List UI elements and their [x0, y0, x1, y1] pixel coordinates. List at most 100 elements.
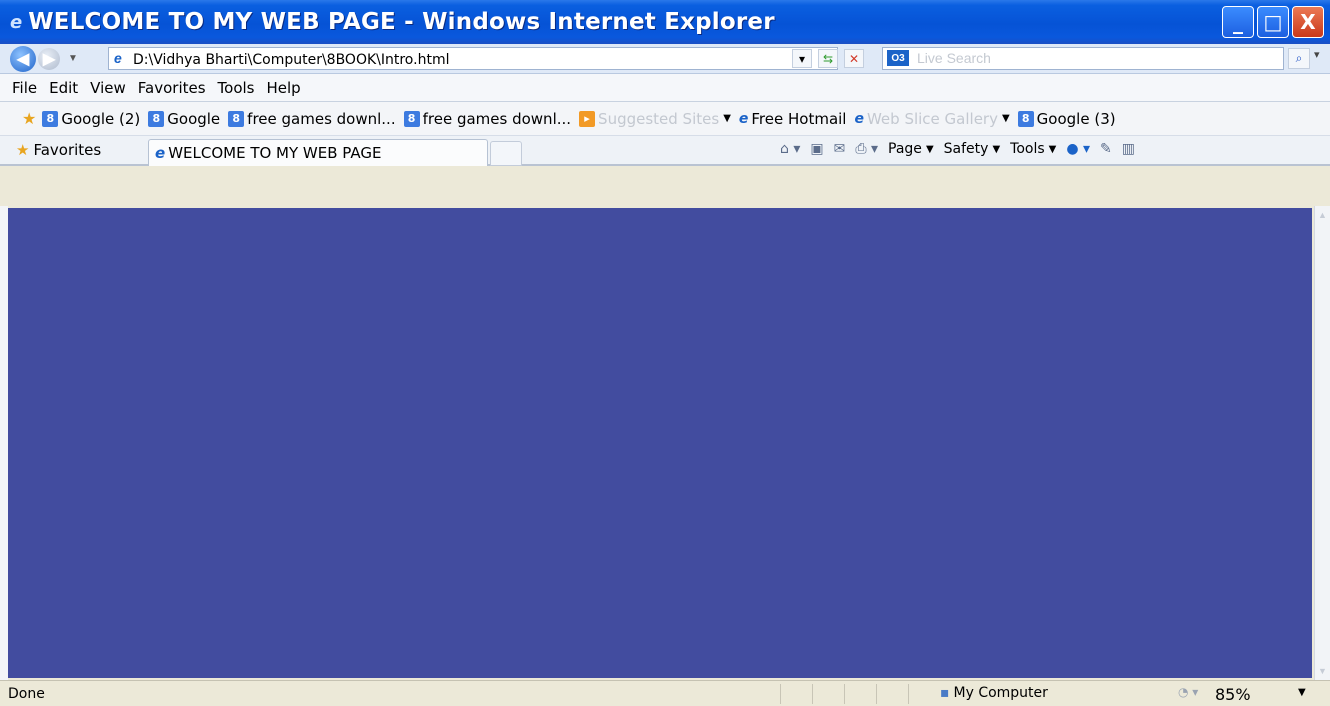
- favorites-button[interactable]: ★ Favorites: [16, 141, 101, 159]
- google-icon: 8: [1017, 110, 1034, 127]
- maximize-button[interactable]: □: [1257, 6, 1289, 38]
- computer-icon: ▪: [940, 685, 950, 701]
- scroll-up-icon[interactable]: ▲: [1318, 210, 1327, 220]
- tools-menu-label: Tools: [1010, 141, 1045, 157]
- menu-view[interactable]: View: [90, 79, 126, 97]
- security-zone[interactable]: ▪ My Computer: [940, 685, 1048, 701]
- left-frame: [0, 206, 8, 680]
- link-google-2[interactable]: 8 Google (2): [42, 110, 140, 128]
- link-web-slice-gallery[interactable]: e Web Slice Gallery ▼: [854, 110, 1009, 128]
- link-label: Google (2): [61, 109, 141, 128]
- add-to-favorites-bar-icon[interactable]: ★: [22, 109, 36, 128]
- chevron-down-icon: ▼: [1048, 143, 1057, 155]
- link-free-games-1[interactable]: 8 free games downl...: [228, 109, 396, 128]
- search-input[interactable]: Live Search: [882, 47, 1284, 70]
- recent-pages-dropdown-icon[interactable]: ▼: [68, 53, 78, 64]
- scroll-down-icon[interactable]: ▼: [1318, 666, 1327, 676]
- links-bar: ★ 8 Google (2) 8 Google 8 free games dow…: [0, 102, 1330, 136]
- chevron-down-icon: ▼: [925, 143, 934, 155]
- command-bar: ⌂ ▾ ▣ ✉ ⎙ ▾ Page ▼ Safety ▼ Tools ▼ ● ▾ …: [780, 141, 1135, 157]
- link-free-hotmail[interactable]: e Free Hotmail: [739, 110, 847, 128]
- tab-title: WELCOME TO MY WEB PAGE: [168, 144, 382, 162]
- menu-tools[interactable]: Tools: [218, 79, 255, 97]
- tools-menu[interactable]: Tools ▼: [1010, 141, 1056, 157]
- title-bar[interactable]: e WELCOME TO MY WEB PAGE - Windows Inter…: [0, 0, 1330, 44]
- address-dropdown-icon[interactable]: ▾: [792, 49, 812, 68]
- link-google-3[interactable]: 8 Google (3): [1017, 109, 1116, 128]
- status-text: Done: [8, 686, 45, 702]
- search-options-dropdown-icon[interactable]: ▾: [1314, 48, 1320, 61]
- tab-active[interactable]: e WELCOME TO MY WEB PAGE: [148, 139, 488, 166]
- link-free-games-2[interactable]: 8 free games downl...: [403, 109, 572, 128]
- menu-help[interactable]: Help: [267, 79, 301, 97]
- page-ie-icon: e: [114, 50, 122, 66]
- minimize-button[interactable]: _: [1222, 6, 1254, 38]
- link-label: Google (3): [1036, 109, 1116, 128]
- safety-menu-label: Safety: [943, 141, 989, 157]
- page-menu[interactable]: Page ▼: [888, 141, 934, 157]
- refresh-icon[interactable]: ⇆: [818, 49, 838, 68]
- status-separator: [780, 684, 781, 704]
- status-separator: [812, 684, 813, 704]
- print-icon[interactable]: ⎙ ▾: [855, 141, 878, 157]
- feeds-icon[interactable]: ▣: [810, 141, 823, 157]
- status-bar: Done ▪ My Computer ◔ ▾ 85% ▼: [0, 680, 1330, 706]
- status-separator: [876, 684, 877, 704]
- back-button[interactable]: ◀: [10, 45, 36, 72]
- link-suggested-sites[interactable]: ▸ Suggested Sites ▼: [579, 110, 731, 128]
- research-icon[interactable]: ✎: [1100, 141, 1112, 157]
- search-icon[interactable]: ⌕: [1288, 48, 1310, 69]
- address-row: ◀ ▶ ▼ e ▾ ⇆ ✕ Live Search O3 ⌕ ▾: [0, 44, 1330, 74]
- chevron-down-icon: ▼: [992, 143, 1001, 155]
- chevron-down-icon: ▼: [723, 113, 731, 124]
- menu-bar: File Edit View Favorites Tools Help: [0, 74, 1330, 102]
- link-label: Suggested Sites: [598, 109, 720, 128]
- ie-icon: e: [738, 110, 749, 127]
- blog-icon[interactable]: ▥: [1122, 141, 1135, 157]
- menu-edit[interactable]: Edit: [49, 79, 78, 97]
- google-icon: 8: [42, 110, 59, 127]
- link-label: Web Slice Gallery: [866, 109, 998, 128]
- new-tab-button[interactable]: [490, 141, 522, 166]
- ie-icon: e: [854, 110, 864, 127]
- link-label: free games downl...: [422, 109, 572, 128]
- zoom-level[interactable]: 85%: [1215, 685, 1251, 704]
- browser-window: e WELCOME TO MY WEB PAGE - Windows Inter…: [0, 0, 1330, 706]
- link-label: Free Hotmail: [751, 109, 847, 128]
- ie-logo-icon: e: [10, 11, 23, 33]
- safety-menu[interactable]: Safety ▼: [944, 141, 1001, 157]
- google-icon: 8: [228, 110, 245, 127]
- star-icon: ★: [16, 141, 30, 159]
- address-controls: ▾ ⇆ ✕: [792, 49, 864, 68]
- chevron-down-icon: ▼: [1001, 113, 1010, 124]
- ie-icon: e: [155, 144, 166, 162]
- help-icon[interactable]: ● ▾: [1066, 141, 1090, 157]
- protected-mode-icon[interactable]: ◔ ▾: [1178, 685, 1198, 699]
- link-label: free games downl...: [247, 109, 396, 128]
- stop-icon[interactable]: ✕: [844, 49, 864, 68]
- favorites-label: Favorites: [33, 141, 102, 159]
- google-icon: 8: [403, 110, 420, 127]
- status-separator: [844, 684, 845, 704]
- link-label: Google: [167, 109, 221, 128]
- status-separator: [908, 684, 909, 704]
- suggested-sites-icon: ▸: [579, 110, 596, 127]
- vertical-scrollbar[interactable]: ▲ ▼: [1314, 206, 1330, 680]
- tab-row: ★ Favorites e WELCOME TO MY WEB PAGE ⌂ ▾…: [0, 136, 1330, 166]
- window-title: WELCOME TO MY WEB PAGE - Windows Interne…: [28, 9, 775, 35]
- menu-file[interactable]: File: [12, 79, 37, 97]
- live-search-logo-icon: O3: [887, 50, 909, 66]
- address-input[interactable]: [108, 47, 838, 70]
- close-button[interactable]: X: [1292, 6, 1324, 38]
- window-controls: _ □ X: [1222, 6, 1324, 38]
- forward-button[interactable]: ▶: [38, 47, 60, 70]
- link-google[interactable]: 8 Google: [148, 110, 220, 128]
- menu-favorites[interactable]: Favorites: [138, 79, 206, 97]
- zoom-dropdown-icon[interactable]: ▼: [1298, 687, 1306, 698]
- home-icon[interactable]: ⌂ ▾: [780, 141, 800, 157]
- zone-label: My Computer: [953, 685, 1048, 701]
- mail-icon[interactable]: ✉: [834, 141, 846, 157]
- page-content[interactable]: [8, 208, 1312, 678]
- google-icon: 8: [148, 110, 165, 127]
- page-menu-label: Page: [888, 141, 922, 157]
